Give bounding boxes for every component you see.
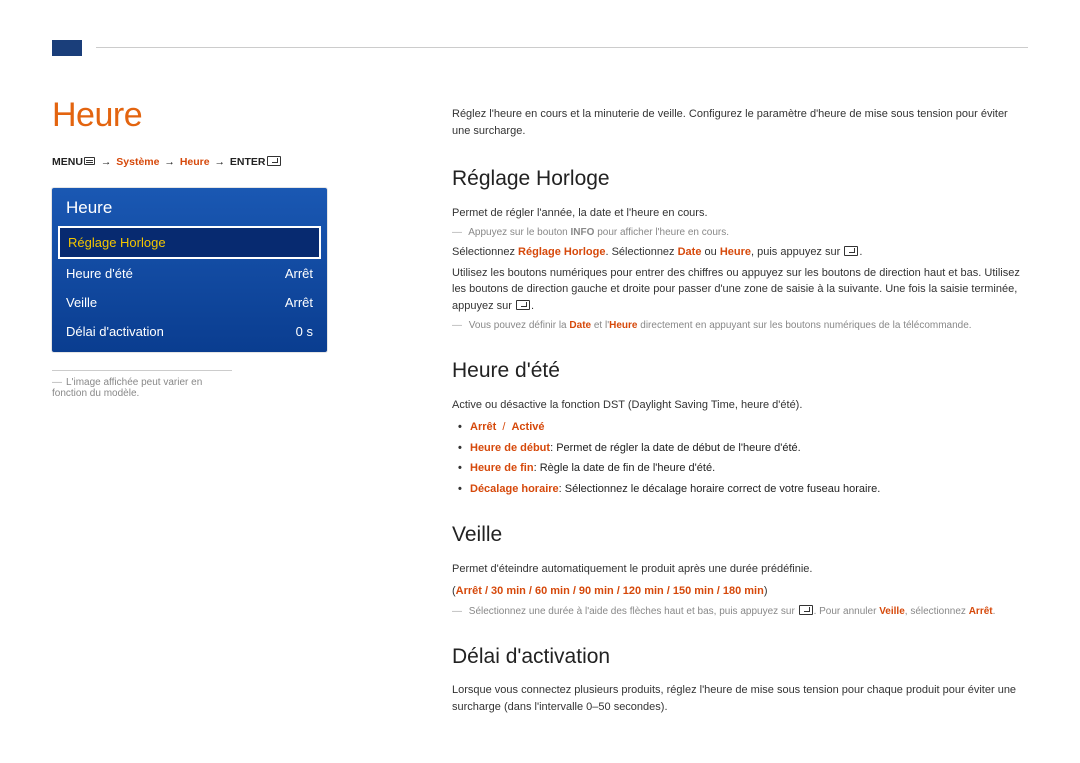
- section-delai: Délai d'activation Lorsque vous connecte…: [452, 641, 1028, 716]
- list-item: Décalage horaire: Sélectionnez le décala…: [452, 481, 1028, 498]
- osd-value: Arrêt: [285, 266, 313, 281]
- enter-icon: [516, 300, 530, 310]
- breadcrumb-systeme: Système: [116, 156, 159, 168]
- breadcrumb-enter-label: ENTER: [230, 156, 266, 168]
- note-reglage-remote: Vous pouvez définir la Date et l'Heure d…: [452, 318, 1028, 333]
- page-tab-marker: [52, 40, 82, 56]
- left-column: Heure MENU → Système → Heure → ENTER Heu…: [52, 96, 332, 399]
- osd-label: Heure d'été: [66, 266, 133, 281]
- heading-reglage-horloge: Réglage Horloge: [452, 163, 1028, 195]
- section-veille: Veille Permet d'éteindre automatiquement…: [452, 519, 1028, 619]
- osd-menu: Heure Réglage Horloge Heure d'été Arrêt …: [52, 188, 327, 352]
- intro-text: Réglez l'heure en cours et la minuterie …: [452, 106, 1028, 139]
- p-reglage-3: Utilisez les boutons numériques pour ent…: [452, 265, 1028, 315]
- osd-row-reglage-horloge[interactable]: Réglage Horloge: [58, 226, 321, 259]
- breadcrumb-menu-label: MENU: [52, 156, 83, 168]
- section-reglage-horloge: Réglage Horloge Permet de régler l'année…: [452, 163, 1028, 333]
- breadcrumb: MENU → Système → Heure → ENTER: [52, 155, 332, 170]
- arrow-icon: →: [213, 155, 228, 170]
- list-item: Heure de fin: Règle la date de fin de l'…: [452, 460, 1028, 477]
- p-heure-ete-1: Active ou désactive la fonction DST (Day…: [452, 397, 1028, 414]
- breadcrumb-heure: Heure: [180, 156, 210, 168]
- note-reglage-info: Appuyez sur le bouton INFO pour afficher…: [452, 225, 1028, 240]
- right-column: Réglez l'heure en cours et la minuterie …: [452, 106, 1028, 737]
- list-item: Arrêt / Activé: [452, 419, 1028, 436]
- enter-icon: [267, 156, 281, 166]
- enter-icon: [844, 246, 858, 256]
- osd-row-delai[interactable]: Délai d'activation 0 s: [52, 317, 327, 346]
- heading-veille: Veille: [452, 519, 1028, 551]
- osd-value: Arrêt: [285, 295, 313, 310]
- p-reglage-2: Sélectionnez Réglage Horloge. Sélectionn…: [452, 244, 1028, 261]
- list-heure-ete: Arrêt / Activé Heure de début: Permet de…: [452, 419, 1028, 497]
- osd-row-heure-ete[interactable]: Heure d'été Arrêt: [52, 259, 327, 288]
- arrow-icon: →: [99, 155, 114, 170]
- heading-delai: Délai d'activation: [452, 641, 1028, 673]
- heading-heure-ete: Heure d'été: [452, 355, 1028, 387]
- left-footnote: L'image affichée peut varier en fonction…: [52, 370, 232, 399]
- enter-icon: [799, 605, 813, 615]
- osd-label: Veille: [66, 295, 97, 310]
- osd-row-veille[interactable]: Veille Arrêt: [52, 288, 327, 317]
- note-veille: Sélectionnez une durée à l'aide des flèc…: [452, 604, 1028, 619]
- menu-icon: [84, 157, 95, 165]
- veille-options: (Arrêt/30 min/60 min/90 min/120 min/150 …: [452, 583, 1028, 600]
- osd-title: Heure: [52, 188, 327, 226]
- section-heure-ete: Heure d'été Active ou désactive la fonct…: [452, 355, 1028, 497]
- osd-value: 0 s: [296, 324, 313, 339]
- arrow-icon: →: [162, 155, 177, 170]
- osd-label: Délai d'activation: [66, 324, 164, 339]
- p-delai-1: Lorsque vous connectez plusieurs produit…: [452, 682, 1028, 715]
- osd-label: Réglage Horloge: [68, 235, 166, 250]
- page-title: Heure: [52, 96, 332, 135]
- list-item: Heure de début: Permet de régler la date…: [452, 440, 1028, 457]
- top-rule: [96, 47, 1028, 48]
- p-reglage-1: Permet de régler l'année, la date et l'h…: [452, 205, 1028, 222]
- p-veille-1: Permet d'éteindre automatiquement le pro…: [452, 561, 1028, 578]
